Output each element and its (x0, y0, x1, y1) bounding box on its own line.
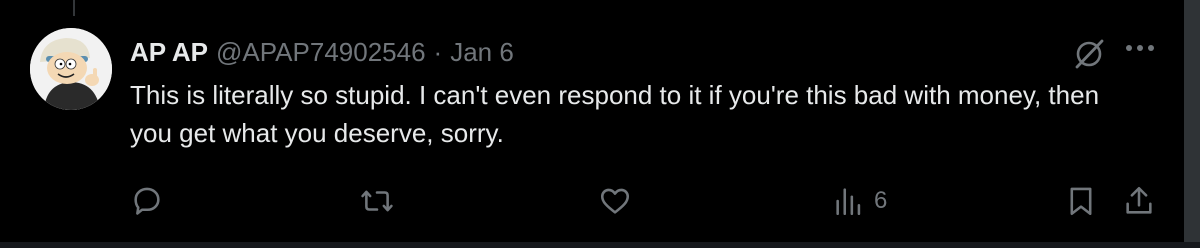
tweet-date[interactable]: Jan 6 (450, 37, 514, 68)
bottom-divider (0, 242, 1200, 248)
tweet-card[interactable]: AP AP @APAP74902546 · Jan 6 This is lite… (0, 0, 1184, 242)
views-button[interactable]: 6 (832, 184, 887, 218)
right-edge-border (1184, 0, 1200, 248)
retweet-icon (361, 190, 393, 212)
bar-chart-icon (836, 188, 861, 216)
more-icon (1126, 45, 1154, 51)
share-button[interactable] (1122, 184, 1156, 218)
tweet-header: AP AP @APAP74902546 · Jan 6 (130, 34, 514, 70)
like-button[interactable] (598, 184, 632, 218)
grok-button[interactable] (1070, 35, 1108, 73)
grok-icon (1075, 39, 1104, 69)
views-count: 6 (874, 187, 888, 214)
share-icon (1126, 186, 1152, 214)
author-handle[interactable]: @APAP74902546 (216, 37, 426, 68)
avatar[interactable] (30, 28, 112, 110)
author-name[interactable]: AP AP (130, 37, 208, 68)
heart-icon (600, 188, 630, 214)
bookmark-button[interactable] (1064, 184, 1098, 218)
reply-icon (134, 187, 160, 215)
header-separator: · (433, 36, 443, 67)
avatar-image (30, 28, 112, 110)
more-options-button[interactable] (1122, 30, 1158, 66)
tweet-text: This is literally so stupid. I can't eve… (130, 80, 1100, 148)
bookmark-icon (1070, 187, 1092, 216)
retweet-button[interactable] (360, 184, 394, 218)
reply-button[interactable] (130, 184, 164, 218)
